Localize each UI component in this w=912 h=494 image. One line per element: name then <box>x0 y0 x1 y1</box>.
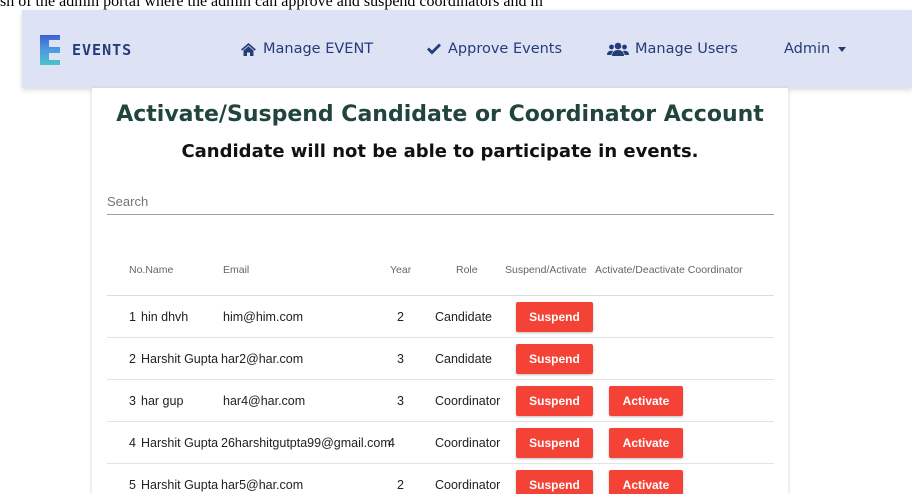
row-role: Candidate <box>435 310 492 324</box>
search-input[interactable] <box>107 189 774 215</box>
suspend-button[interactable]: Suspend <box>516 386 593 416</box>
page-title: Activate/Suspend Candidate or Coordinato… <box>116 102 764 127</box>
table-row: 1 hin dhvh him@him.com 2 Candidate Suspe… <box>107 296 774 338</box>
row-email: har5@har.com <box>221 478 304 492</box>
row-email: har4@har.com <box>223 394 306 408</box>
row-number: 5 <box>129 478 136 492</box>
row-email: 26harshitgutpta99@gmail.com <box>221 436 391 450</box>
table-row: 4 Harshit Gupta 26harshitgutpta99@gmail.… <box>107 422 774 464</box>
header-year: Year <box>390 264 412 276</box>
row-role: Coordinator <box>435 478 501 492</box>
header-suspend-activate: Suspend/Activate <box>505 264 587 276</box>
row-name: hin dhvh <box>141 310 189 324</box>
row-role: Coordinator <box>435 394 501 408</box>
row-year: 2 <box>397 310 404 324</box>
nav-manage-users[interactable]: Manage Users <box>607 38 738 60</box>
nav-manage-event-label: Manage EVENT <box>263 41 374 57</box>
table-header: No.Name Email Year Role Suspend/Activate… <box>107 248 774 296</box>
row-number: 4 <box>129 436 136 450</box>
header-email: Email <box>223 264 250 276</box>
activate-coordinator-button[interactable]: Activate <box>609 428 683 458</box>
table-row: 2 Harshit Gupta har2@har.com 3 Candidate… <box>107 338 774 380</box>
table-row: 5 Harshit Gupta har5@har.com 2 Coordinat… <box>107 464 774 494</box>
row-number: 3 <box>129 394 136 408</box>
row-name: Harshit Gupta <box>141 436 219 450</box>
suspend-button[interactable]: Suspend <box>516 344 593 374</box>
header-activate-deactivate: Activate/Deactivate Coordinator <box>595 264 743 276</box>
header-no-name: No.Name <box>129 264 174 276</box>
row-year: 4 <box>388 436 395 450</box>
header-role: Role <box>456 264 478 276</box>
suspend-button[interactable]: Suspend <box>516 302 593 332</box>
row-email: him@him.com <box>223 310 304 324</box>
suspend-button[interactable]: Suspend <box>516 428 593 458</box>
suspend-button[interactable]: Suspend <box>516 470 593 494</box>
navbar: EVENTS Manage EVENT Approve Events Manag… <box>22 10 912 88</box>
home-icon <box>241 42 256 56</box>
admin-dropdown-label: Admin <box>784 41 831 57</box>
accounts-table: No.Name Email Year Role Suspend/Activate… <box>107 248 774 494</box>
row-role: Coordinator <box>435 436 501 450</box>
activate-coordinator-button[interactable]: Activate <box>609 386 683 416</box>
nav-manage-users-label: Manage Users <box>635 41 738 57</box>
activate-coordinator-button[interactable]: Activate <box>609 470 683 494</box>
row-year: 2 <box>397 478 404 492</box>
table-row: 3 har gup har4@har.com 3 Coordinator Sus… <box>107 380 774 422</box>
nav-manage-event[interactable]: Manage EVENT <box>240 38 373 60</box>
row-role: Candidate <box>435 352 492 366</box>
row-name: har gup <box>141 394 184 408</box>
check-icon <box>427 43 441 55</box>
brand-logo-icon <box>40 35 60 65</box>
row-name: Harshit Gupta <box>141 478 219 492</box>
nav-approve-events-label: Approve Events <box>448 41 563 57</box>
row-email: har2@har.com <box>221 352 304 366</box>
row-number: 2 <box>129 352 136 366</box>
row-year: 3 <box>397 352 404 366</box>
brand[interactable]: EVENTS <box>40 35 132 65</box>
row-year: 3 <box>397 394 404 408</box>
row-name: Harshit Gupta <box>141 352 219 366</box>
accounts-card: Activate/Suspend Candidate or Coordinato… <box>92 88 788 494</box>
caret-down-icon <box>838 46 847 52</box>
admin-dropdown[interactable]: Admin <box>784 38 847 60</box>
page-subtitle: Candidate will not be able to participat… <box>181 141 699 162</box>
row-number: 1 <box>129 310 136 324</box>
brand-name: EVENTS <box>72 41 133 59</box>
users-icon <box>607 42 629 56</box>
nav-approve-events[interactable]: Approve Events <box>426 38 562 60</box>
